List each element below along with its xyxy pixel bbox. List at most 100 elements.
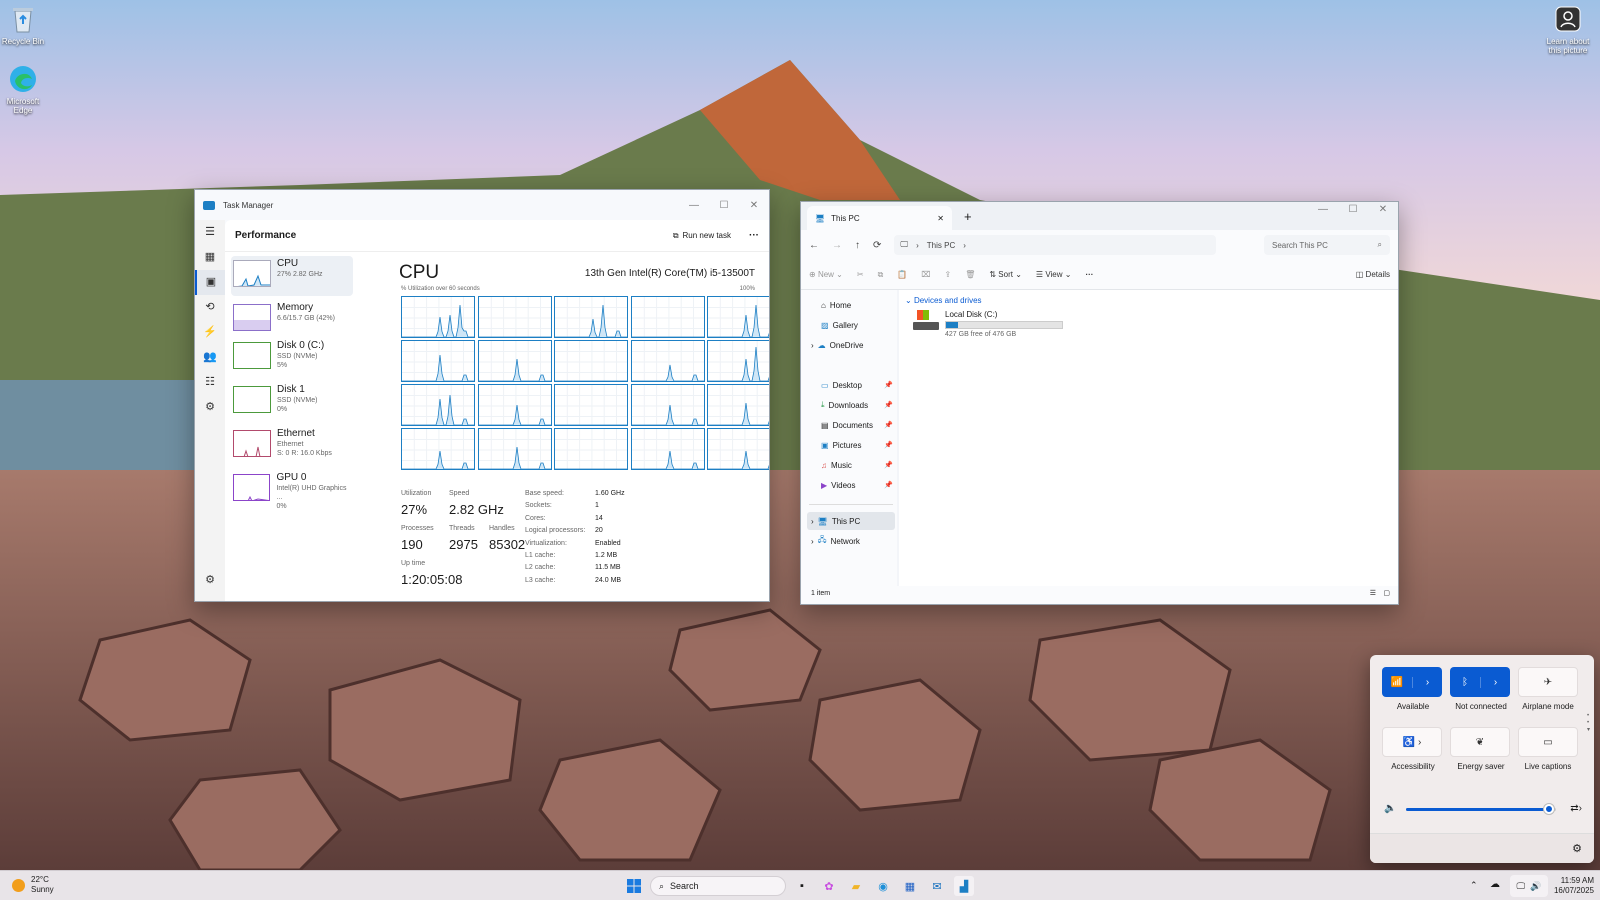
audio-output-icon[interactable]: ⇄› bbox=[1570, 803, 1582, 814]
nav-home[interactable]: ⌂ Home bbox=[807, 296, 895, 314]
app-history-icon[interactable]: ⟲ bbox=[195, 295, 225, 320]
clock[interactable]: 11:59 AM 16/07/2025 bbox=[1548, 876, 1594, 896]
resource-cpu[interactable]: CPU 27% 2.82 GHz bbox=[231, 256, 353, 296]
run-new-task-button[interactable]: ⧉ Run new task bbox=[673, 231, 731, 241]
copy-icon[interactable]: ⧉ bbox=[878, 270, 884, 280]
accessibility-toggle[interactable]: ♿ › bbox=[1382, 727, 1442, 757]
more-options-button[interactable]: ··· bbox=[749, 230, 759, 241]
nav-gallery[interactable]: ▨ Gallery bbox=[807, 316, 895, 334]
nav-pictures[interactable]: ▣ Pictures 📌 bbox=[807, 436, 895, 454]
store-icon[interactable]: ▦ bbox=[900, 876, 920, 896]
edge-taskbar-icon[interactable]: ◉ bbox=[873, 876, 893, 896]
breadcrumb-this-pc[interactable]: This PC bbox=[927, 241, 955, 250]
share-icon[interactable]: ⇪ bbox=[945, 270, 952, 279]
processes-icon[interactable]: ▦ bbox=[195, 245, 225, 270]
maximize-button[interactable]: ☐ bbox=[709, 200, 739, 211]
services-icon[interactable]: ⚙ bbox=[195, 395, 225, 420]
address-bar[interactable]: 🖵 › This PC › bbox=[894, 235, 1217, 255]
close-button[interactable]: ✕ bbox=[739, 200, 769, 211]
live-captions-toggle[interactable]: ▭ bbox=[1518, 727, 1578, 757]
details-button[interactable]: ◫ Details bbox=[1356, 270, 1390, 279]
resource-gpu[interactable]: GPU 0 Intel(R) UHD Graphics ... 0% bbox=[231, 470, 353, 510]
pin-icon[interactable]: 📌 bbox=[884, 381, 893, 389]
delete-icon[interactable]: 🗑 bbox=[965, 270, 975, 279]
logical-processor-graph bbox=[554, 340, 628, 382]
more-options-button[interactable]: ··· bbox=[1085, 270, 1093, 279]
resource-disk-1[interactable]: Disk 1 SSD (NVMe) 0% bbox=[231, 382, 353, 422]
start-button[interactable] bbox=[624, 876, 644, 896]
nav-videos[interactable]: ▶ Videos 📌 bbox=[807, 476, 895, 494]
search-input[interactable]: Search This PC ⌕ bbox=[1264, 235, 1390, 255]
users-icon[interactable]: 👥 bbox=[195, 345, 225, 370]
volume-slider-thumb[interactable] bbox=[1543, 804, 1554, 814]
nav-downloads[interactable]: ⤓ Downloads 📌 bbox=[807, 396, 895, 414]
chevron-right-icon: › bbox=[811, 340, 814, 350]
maximize-button[interactable]: ☐ bbox=[1338, 204, 1368, 215]
weather-widget[interactable]: 22°C Sunny bbox=[12, 875, 54, 895]
pin-icon[interactable]: 📌 bbox=[884, 481, 893, 489]
energy-saver-toggle[interactable]: ❦ bbox=[1450, 727, 1510, 757]
drive-item[interactable]: Local Disk (C:) 427 GB free of 476 GB bbox=[913, 310, 1073, 344]
tile-view-icon[interactable]: ▢ bbox=[1383, 589, 1390, 597]
airplane-mode-toggle[interactable]: ✈ bbox=[1518, 667, 1578, 697]
settings-icon[interactable]: ⚙ bbox=[1572, 842, 1582, 855]
file-explorer-taskbar-icon[interactable]: ▰ bbox=[846, 876, 866, 896]
hamburger-icon[interactable]: ☰ bbox=[195, 220, 225, 245]
view-button[interactable]: ☰ View ⌄ bbox=[1036, 270, 1072, 279]
pin-icon[interactable]: 📌 bbox=[884, 441, 893, 449]
copilot-icon[interactable]: ✿ bbox=[819, 876, 839, 896]
details-icon[interactable]: ☷ bbox=[195, 370, 225, 395]
resource-disk-0[interactable]: Disk 0 (C:) SSD (NVMe) 5% bbox=[231, 338, 353, 378]
wifi-toggle[interactable]: 📶 › bbox=[1382, 667, 1442, 697]
minimize-button[interactable]: — bbox=[679, 200, 709, 211]
nav-network[interactable]: › 🖧 Network bbox=[807, 532, 895, 550]
nav-onedrive[interactable]: › ☁ OneDrive bbox=[807, 336, 895, 354]
learn-about-picture[interactable]: Learn about this picture bbox=[1540, 4, 1596, 55]
onedrive-tray-icon[interactable]: ☁ bbox=[1490, 879, 1500, 890]
spec-key: L3 cache: bbox=[525, 576, 556, 584]
back-icon[interactable]: ← bbox=[809, 240, 819, 251]
volume-slider[interactable] bbox=[1406, 804, 1556, 814]
desktop-icon-edge[interactable]: Microsoft Edge bbox=[0, 64, 48, 115]
pin-icon[interactable]: 📌 bbox=[884, 401, 893, 409]
sort-button[interactable]: ⇅ Sort ⌄ bbox=[989, 270, 1022, 279]
bluetooth-toggle[interactable]: ᛒ › bbox=[1450, 667, 1510, 697]
outlook-icon[interactable]: ✉ bbox=[927, 876, 947, 896]
resource-memory[interactable]: Memory 6.6/15.7 GB (42%) bbox=[231, 300, 353, 340]
show-hidden-icons[interactable]: ⌃ bbox=[1470, 880, 1478, 891]
pin-icon[interactable]: 📌 bbox=[884, 421, 893, 429]
new-button[interactable]: ⊕ New ⌄ bbox=[809, 270, 843, 279]
new-tab-button[interactable]: + bbox=[964, 209, 972, 224]
up-icon[interactable]: ↑ bbox=[855, 240, 860, 251]
chevron-right-icon[interactable]: › bbox=[1412, 676, 1442, 688]
task-manager-taskbar-icon[interactable]: ▟ bbox=[954, 876, 974, 896]
system-tray-cluster[interactable]: 🖵 🔊 bbox=[1510, 875, 1548, 897]
tab-this-pc[interactable]: 🖥 This PC ✕ bbox=[807, 206, 952, 230]
resource-ethernet[interactable]: Ethernet Ethernet S: 0 R: 16.0 Kbps bbox=[231, 426, 353, 466]
minimize-button[interactable]: — bbox=[1308, 204, 1338, 215]
group-header[interactable]: ⌄ Devices and drives bbox=[905, 296, 982, 305]
nav-music[interactable]: ♫ Music 📌 bbox=[807, 456, 895, 474]
refresh-icon[interactable]: ⟳ bbox=[873, 240, 881, 251]
chevron-right-icon[interactable]: › bbox=[1480, 676, 1510, 688]
taskbar-search[interactable]: ⌕ Search bbox=[650, 876, 786, 896]
startup-apps-icon[interactable]: ⚡ bbox=[195, 320, 225, 345]
paste-icon[interactable]: 📋 bbox=[897, 270, 907, 279]
tab-close-icon[interactable]: ✕ bbox=[937, 214, 944, 223]
rename-icon[interactable]: ⌧ bbox=[921, 270, 930, 279]
performance-icon[interactable]: ▣ bbox=[195, 270, 225, 295]
video-icon: ▶ bbox=[821, 480, 828, 490]
volume-icon[interactable]: 🔈 bbox=[1384, 803, 1396, 814]
forward-icon[interactable]: → bbox=[832, 240, 842, 251]
list-view-icon[interactable]: ☰ bbox=[1370, 589, 1376, 597]
settings-icon[interactable]: ⚙ bbox=[195, 568, 225, 593]
desktop-icon-recycle-bin[interactable]: Recycle Bin bbox=[0, 4, 48, 46]
cut-icon[interactable]: ✂ bbox=[857, 270, 864, 279]
nav-this-pc[interactable]: › 🖥 This PC bbox=[807, 512, 895, 530]
close-button[interactable]: ✕ bbox=[1368, 204, 1398, 215]
pin-icon[interactable]: 📌 bbox=[884, 461, 893, 469]
nav-desktop[interactable]: ▭ Desktop 📌 bbox=[807, 376, 895, 394]
page-dots[interactable]: • • ▾ bbox=[1587, 713, 1590, 734]
nav-documents[interactable]: ▤ Documents 📌 bbox=[807, 416, 895, 434]
task-view-icon[interactable]: ▪ bbox=[792, 876, 812, 896]
